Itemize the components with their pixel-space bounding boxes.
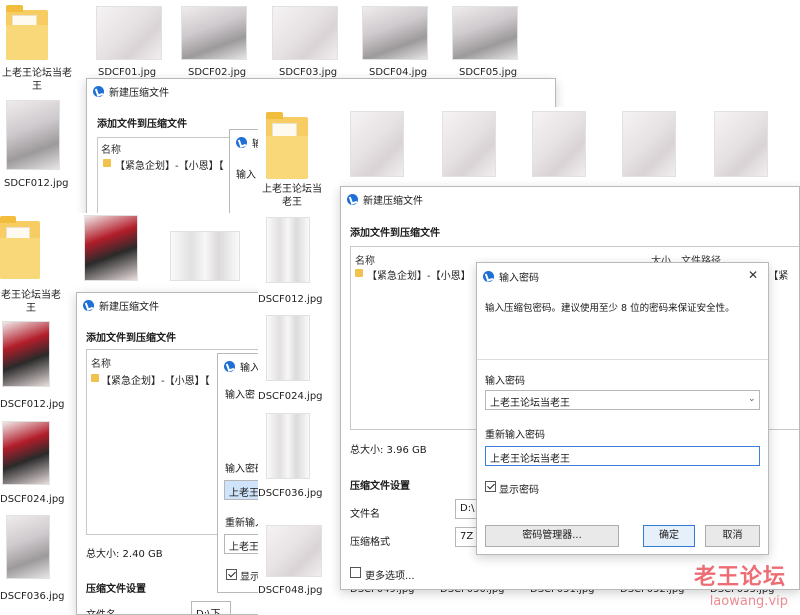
file-name[interactable]: SDCF04.jpg — [369, 67, 427, 78]
thumbnail[interactable] — [272, 6, 338, 60]
filename-label: 文件名 — [86, 606, 116, 614]
show-password-label: 显示 — [240, 572, 260, 583]
dialog-titlebar: 新建压缩文件 — [341, 187, 799, 211]
more-options-label[interactable]: 更多选项... — [365, 567, 415, 582]
show-password-checkbox[interactable] — [485, 481, 496, 492]
thumbnail[interactable] — [181, 6, 247, 60]
thumbnail[interactable] — [6, 100, 60, 170]
ok-button[interactable]: 确定 — [643, 525, 695, 547]
section-title: 添加文件到压缩文件 — [86, 333, 176, 344]
thumbnail[interactable] — [362, 6, 428, 60]
folder-label[interactable]: 老王论坛当老王 — [0, 289, 62, 315]
password-dialog: 输入密码 ✕ 输入压缩包密码。建议使用至少 8 位的密码来保证安全性。 输入密码… — [476, 262, 769, 555]
thumbnail[interactable] — [170, 231, 240, 281]
dialog-title: 新建压缩文件 — [99, 301, 159, 313]
file-name[interactable]: SDCF03.jpg — [279, 67, 337, 78]
thumbnail[interactable] — [2, 421, 50, 485]
total-size: 总大小: 2.40 GB — [86, 549, 163, 560]
file-entry[interactable]: 【紧急企划】-【小恩】【 — [101, 372, 210, 387]
file-name[interactable]: DSCF048.jpg — [258, 585, 323, 596]
password-manager-button[interactable]: 密码管理器... — [485, 525, 619, 547]
app-logo-icon — [93, 85, 104, 97]
thumbnail[interactable] — [532, 111, 586, 177]
reenter-label: 重新输入密码 — [485, 430, 545, 441]
thumbnail[interactable] — [442, 111, 496, 177]
thumbnail[interactable] — [266, 525, 322, 577]
thumbnail[interactable] — [622, 111, 676, 177]
column-header-name[interactable]: 名称 — [91, 355, 111, 370]
password-label: 输入密码 — [485, 376, 525, 387]
more-options-checkbox[interactable] — [350, 567, 361, 578]
thumbnail[interactable] — [2, 321, 50, 387]
file-name[interactable]: SDCF012.jpg — [4, 178, 69, 189]
file-name[interactable]: SDCF02.jpg — [188, 67, 246, 78]
dialog-titlebar: 输入密码 — [477, 263, 768, 289]
thumbnail[interactable] — [96, 6, 162, 60]
folder-icon — [355, 269, 363, 277]
folder-icon — [91, 374, 99, 382]
watermark-text: 老王论坛 — [693, 565, 786, 590]
section-title: 添加文件到压缩文件 — [350, 228, 440, 239]
section-title: 添加文件到压缩文件 — [97, 119, 187, 130]
thumbnail[interactable] — [266, 413, 310, 479]
close-icon[interactable]: ✕ — [748, 268, 758, 282]
settings-title: 压缩文件设置 — [86, 584, 146, 595]
dialog-title: 新建压缩文件 — [109, 87, 169, 99]
column-header-name[interactable]: 名称 — [355, 252, 375, 267]
app-logo-icon — [347, 193, 358, 205]
prompt-text: 输入密 — [225, 390, 255, 401]
app-logo-icon — [483, 270, 494, 282]
show-password-label[interactable]: 显示密码 — [499, 481, 539, 496]
dialog-titlebar: 新建压缩文件 — [87, 79, 555, 103]
file-name[interactable]: DSCF024.jpg — [0, 494, 65, 505]
thumbnail[interactable] — [452, 6, 518, 60]
filename-input[interactable]: D:\下 — [191, 601, 231, 614]
thumbnail[interactable] — [350, 111, 404, 177]
prompt-text: 输入 — [236, 170, 256, 181]
app-logo-icon — [224, 360, 235, 372]
settings-title: 压缩文件设置 — [350, 481, 410, 492]
file-name[interactable]: SDCF05.jpg — [459, 67, 517, 78]
dialog-title: 输入密码 — [499, 272, 539, 284]
reenter-input[interactable]: 上老王论坛当老王 — [485, 446, 760, 466]
file-entry[interactable]: 【紧急企划】-【小恩】 — [367, 267, 471, 282]
file-name[interactable]: DSCF036.jpg — [258, 488, 323, 499]
app-logo-icon — [83, 299, 94, 311]
folder-icon[interactable] — [6, 5, 48, 60]
folder-icon — [103, 159, 111, 167]
thumbnail[interactable] — [266, 315, 310, 381]
folder-label[interactable]: 上老王论坛当老王 — [258, 183, 326, 209]
folder-icon[interactable] — [0, 216, 40, 279]
cancel-button[interactable]: 取消 — [705, 525, 760, 547]
file-entry[interactable]: 【紧急企划】-【小恩】【 — [115, 157, 224, 172]
total-size: 总大小: 3.96 GB — [350, 445, 427, 456]
file-name[interactable]: SDCF01.jpg — [98, 67, 156, 78]
show-password-checkbox[interactable] — [226, 569, 237, 580]
folder-icon[interactable] — [266, 112, 308, 179]
file-name[interactable]: DSCF012.jpg — [0, 399, 65, 410]
password-input[interactable]: 上老王论坛当老王 — [485, 390, 760, 410]
column-header-name[interactable]: 名称 — [101, 141, 121, 156]
file-name[interactable]: DSCF012.jpg — [258, 294, 323, 305]
chevron-down-icon[interactable]: ⌄ — [748, 394, 756, 404]
thumbnail[interactable] — [266, 217, 310, 283]
watermark-url: laowang.vip — [709, 594, 788, 609]
thumbnail[interactable] — [84, 215, 138, 281]
format-label: 压缩格式 — [350, 537, 390, 548]
folder-label[interactable]: 上老王论坛当老王 — [2, 67, 72, 93]
divider — [477, 359, 768, 360]
file-name[interactable]: DSCF024.jpg — [258, 391, 323, 402]
thumbnail[interactable] — [6, 515, 50, 579]
thumbnail[interactable] — [714, 111, 768, 177]
dialog-title: 输入 — [240, 362, 260, 374]
app-logo-icon — [236, 136, 247, 148]
dialog-title: 新建压缩文件 — [363, 195, 423, 207]
filename-label: 文件名 — [350, 509, 380, 520]
password-description: 输入压缩包密码。建议使用至少 8 位的密码来保证安全性。 — [485, 303, 735, 314]
file-name[interactable]: DSCF036.jpg — [0, 591, 65, 602]
